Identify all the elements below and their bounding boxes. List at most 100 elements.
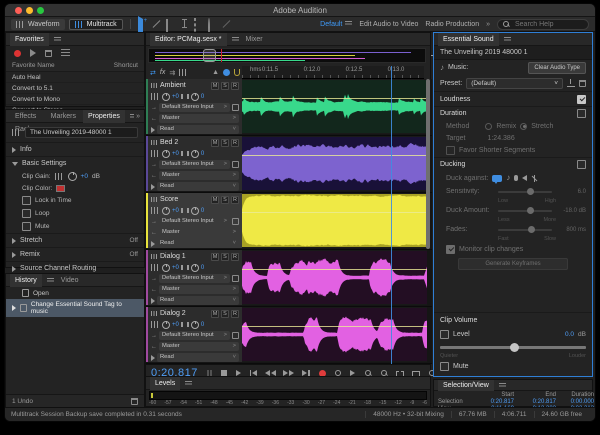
automation-mode-selector[interactable]: Read ˅	[157, 296, 239, 305]
tab-effects-rack[interactable]: Effects Rack	[10, 110, 44, 133]
track-pan-knob[interactable]	[190, 206, 199, 215]
automation-mode-selector[interactable]: Read ˅	[157, 125, 239, 134]
level-value[interactable]: 0.0	[565, 331, 574, 338]
tab-properties[interactable]: Properties	[82, 109, 125, 123]
auto-scroll-icon[interactable]	[223, 69, 230, 76]
track-pan-value[interactable]: 0	[201, 94, 204, 100]
favorites-list-icon[interactable]	[61, 49, 70, 57]
monitor-input-icon[interactable]	[232, 275, 239, 282]
track-volume-value[interactable]: +0	[172, 94, 179, 100]
duration-section[interactable]: Duration	[434, 106, 592, 120]
volume-envelope[interactable]	[242, 212, 427, 214]
workspace-edit-audio-to-video[interactable]: Edit Audio to Video	[359, 21, 418, 28]
favor-shorter-checkbox[interactable]	[446, 146, 455, 155]
monitor-input-icon[interactable]	[232, 218, 239, 225]
favorite-item[interactable]: Convert to 5.1	[6, 83, 144, 94]
clip-name-field[interactable]: The Unveiling 2019-48000 1	[25, 127, 138, 138]
panel-menu-icon[interactable]	[46, 277, 54, 283]
track-arm-button[interactable]: R	[231, 252, 239, 261]
tab-history[interactable]: History	[10, 273, 42, 287]
play-favorite-icon[interactable]	[30, 49, 36, 57]
generate-keyframes-button[interactable]: Generate Keyframes	[458, 258, 568, 270]
waveform-view-button[interactable]: Waveform	[11, 18, 65, 30]
duck-dialogue-icon[interactable]	[492, 174, 503, 184]
more-tabs-icon[interactable]: »	[136, 113, 140, 120]
track-volume-value[interactable]: +0	[172, 322, 179, 328]
track-pan-knob[interactable]	[190, 320, 199, 329]
fx-toggle-icon[interactable]: fx	[160, 69, 165, 76]
audio-clip[interactable]	[242, 251, 427, 304]
track-arm-button[interactable]: R	[231, 195, 239, 204]
zoom-navigator[interactable]	[148, 48, 439, 63]
lasso-tool-icon[interactable]	[207, 18, 218, 37]
delete-favorite-icon[interactable]	[45, 49, 52, 57]
tab-selection-view[interactable]: Selection/View	[438, 379, 494, 391]
clip-gain-knob[interactable]	[67, 172, 77, 181]
track-volume-value[interactable]: +0	[172, 208, 179, 214]
track-lane[interactable]	[242, 79, 427, 134]
clip-color-swatch[interactable]	[56, 185, 66, 192]
automation-mode-selector[interactable]: Read ˅	[157, 353, 239, 362]
tab-essential-sound[interactable]: Essential Sound	[438, 32, 499, 46]
track-io-icon[interactable]: ⇉	[169, 69, 175, 77]
snap-magnet-icon[interactable]	[234, 69, 240, 76]
track-mute-button[interactable]: M	[211, 309, 219, 318]
loop-checkbox[interactable]	[22, 209, 31, 218]
multitrack-view-button[interactable]: Multitrack	[68, 18, 123, 30]
track-solo-button[interactable]: S	[221, 252, 229, 261]
panel-menu-icon[interactable]	[498, 382, 506, 388]
duck-sfx-icon[interactable]	[514, 174, 519, 181]
track-solo-button[interactable]: S	[221, 81, 229, 90]
duck-music-icon[interactable]: ♪	[506, 174, 510, 182]
track-order-icon[interactable]: ⇄	[150, 69, 156, 77]
duck-clips-icon[interactable]	[531, 174, 538, 182]
history-item-open[interactable]: Open	[6, 287, 144, 299]
monitor-input-icon[interactable]	[232, 161, 239, 168]
track-output-selector[interactable]: Master >	[159, 171, 239, 180]
level-slider[interactable]	[440, 342, 586, 352]
tab-video[interactable]: Video	[56, 274, 84, 287]
track-volume-knob[interactable]	[162, 92, 170, 101]
track-lane[interactable]	[242, 307, 427, 362]
volume-envelope[interactable]	[242, 326, 427, 328]
track-volume-knob[interactable]	[162, 206, 170, 215]
delete-preset-icon[interactable]	[579, 79, 586, 87]
track-name[interactable]: Ambient	[160, 82, 209, 89]
sensitivity-slider[interactable]	[498, 187, 552, 195]
track-input-selector[interactable]: Default Stereo Input >	[159, 331, 230, 340]
track-arm-button[interactable]: R	[231, 138, 239, 147]
column-shortcut[interactable]: Shortcut	[114, 62, 138, 69]
stretch-radio[interactable]	[520, 122, 528, 130]
track-volume-value[interactable]: +0	[172, 265, 179, 271]
remix-radio[interactable]	[485, 122, 493, 130]
automation-mode-selector[interactable]: Read ˅	[157, 239, 239, 248]
track-volume-knob[interactable]	[162, 320, 170, 329]
track-name[interactable]: Bed 2	[160, 139, 209, 146]
metering-icon[interactable]	[179, 69, 189, 76]
monitor-input-icon[interactable]	[232, 332, 239, 339]
track-volume-knob[interactable]	[162, 263, 170, 272]
clip-mute-checkbox[interactable]	[440, 361, 449, 371]
monitor-input-icon[interactable]	[232, 104, 239, 111]
track-lane[interactable]	[242, 250, 427, 305]
more-workspaces-icon[interactable]: »	[486, 21, 490, 28]
duration-checkbox[interactable]	[577, 109, 586, 118]
razor-tool-icon[interactable]	[152, 19, 162, 29]
loudness-section[interactable]: Loudness	[434, 91, 592, 106]
track-mute-button[interactable]: M	[211, 195, 219, 204]
audio-clip[interactable]	[242, 194, 427, 247]
section-remix[interactable]: Remix Off	[6, 247, 144, 261]
track-output-selector[interactable]: Master >	[159, 342, 239, 351]
search-box[interactable]	[497, 18, 589, 30]
track-solo-button[interactable]: S	[221, 309, 229, 318]
track-pan-value[interactable]: 0	[201, 265, 204, 271]
move-tool-icon[interactable]: +	[137, 16, 148, 39]
history-item-selected[interactable]: Change Essential Sound Tag to music	[6, 299, 144, 317]
tab-mixer[interactable]: Mixer	[241, 33, 268, 46]
track-input-selector[interactable]: Default Stereo Input >	[159, 160, 230, 169]
track-output-selector[interactable]: Master >	[159, 228, 239, 237]
track-pan-knob[interactable]	[190, 92, 199, 101]
tab-markers[interactable]: Markers	[46, 110, 81, 123]
volume-envelope[interactable]	[242, 98, 427, 100]
section-stretch[interactable]: Stretch Off	[6, 233, 144, 247]
